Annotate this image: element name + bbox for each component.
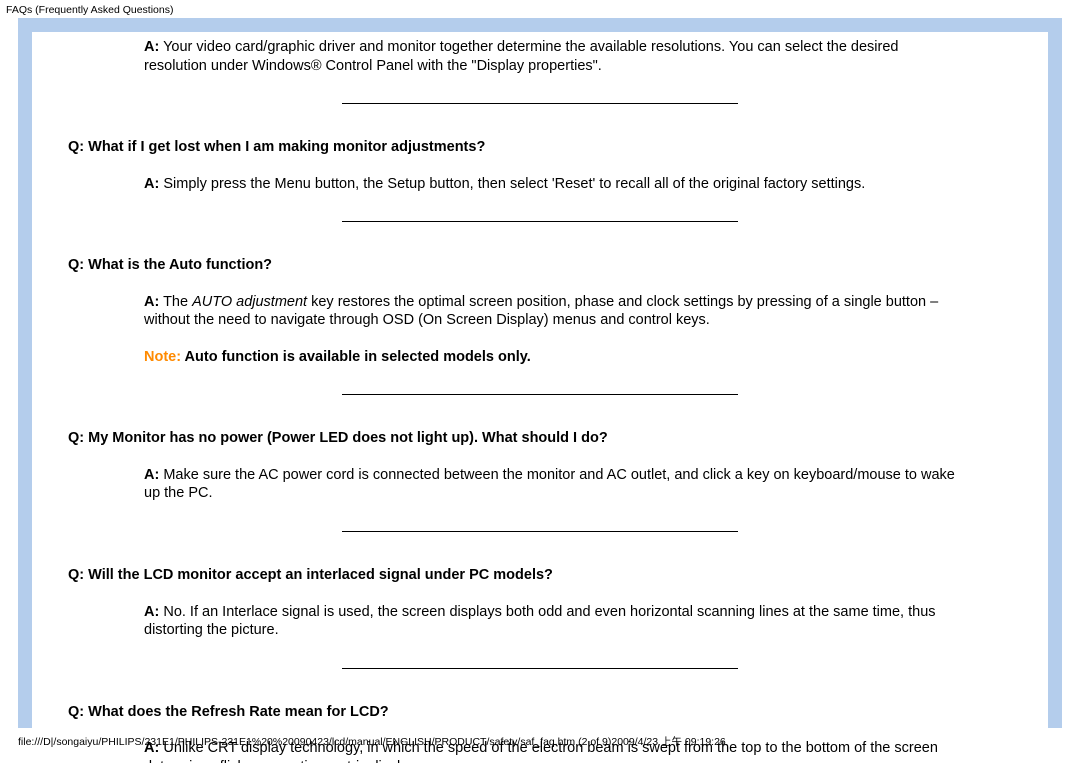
- question-line: Q: Will the LCD monitor accept an interl…: [68, 566, 1032, 585]
- answer-label: A:: [144, 604, 159, 620]
- question-label: Q:: [68, 704, 84, 720]
- answer-text: Make sure the AC power cord is connected…: [144, 467, 955, 502]
- separator: [342, 221, 738, 222]
- separator: [342, 668, 738, 669]
- question-text: Will the LCD monitor accept an interlace…: [84, 567, 553, 583]
- question-label: Q:: [68, 567, 84, 583]
- answer-block: A: No. If an Interlace signal is used, t…: [144, 603, 960, 640]
- answer-text: The: [159, 294, 192, 310]
- question-label: Q:: [68, 257, 84, 273]
- note-text: Auto function is available in selected m…: [185, 349, 531, 365]
- answer-label: A:: [144, 176, 159, 192]
- document-frame: A: Your video card/graphic driver and mo…: [18, 18, 1062, 728]
- note-label: Note:: [144, 349, 185, 365]
- separator: [342, 531, 738, 532]
- answer-label: A:: [144, 294, 159, 310]
- question-text: What does the Refresh Rate mean for LCD?: [84, 704, 389, 720]
- answer-label: A:: [144, 467, 159, 483]
- header-title: FAQs (Frequently Asked Questions): [0, 0, 1080, 18]
- question-label: Q:: [68, 430, 84, 446]
- answer-text: No. If an Interlace signal is used, the …: [144, 604, 936, 639]
- document-content: A: Your video card/graphic driver and mo…: [32, 38, 1048, 763]
- question-text: My Monitor has no power (Power LED does …: [84, 430, 608, 446]
- answer-block: A: The AUTO adjustment key restores the …: [144, 293, 960, 330]
- answer-text: Your video card/graphic driver and monit…: [144, 39, 898, 74]
- question-text: What if I get lost when I am making moni…: [84, 139, 485, 155]
- answer-italic: AUTO adjustment: [192, 294, 307, 310]
- answer-label: A:: [144, 39, 159, 55]
- separator: [342, 394, 738, 395]
- question-text: What is the Auto function?: [84, 257, 272, 273]
- note-block: Note: Auto function is available in sele…: [144, 348, 960, 367]
- question-line: Q: What is the Auto function?: [68, 256, 1032, 275]
- answer-block: A: Make sure the AC power cord is connec…: [144, 466, 960, 503]
- separator: [342, 103, 738, 104]
- answer-text: Simply press the Menu button, the Setup …: [159, 176, 865, 192]
- answer-block: A: Your video card/graphic driver and mo…: [144, 38, 960, 75]
- question-line: Q: What if I get lost when I am making m…: [68, 138, 1032, 157]
- question-label: Q:: [68, 139, 84, 155]
- answer-block: A: Simply press the Menu button, the Set…: [144, 175, 960, 194]
- question-line: Q: My Monitor has no power (Power LED do…: [68, 429, 1032, 448]
- question-line: Q: What does the Refresh Rate mean for L…: [68, 703, 1032, 722]
